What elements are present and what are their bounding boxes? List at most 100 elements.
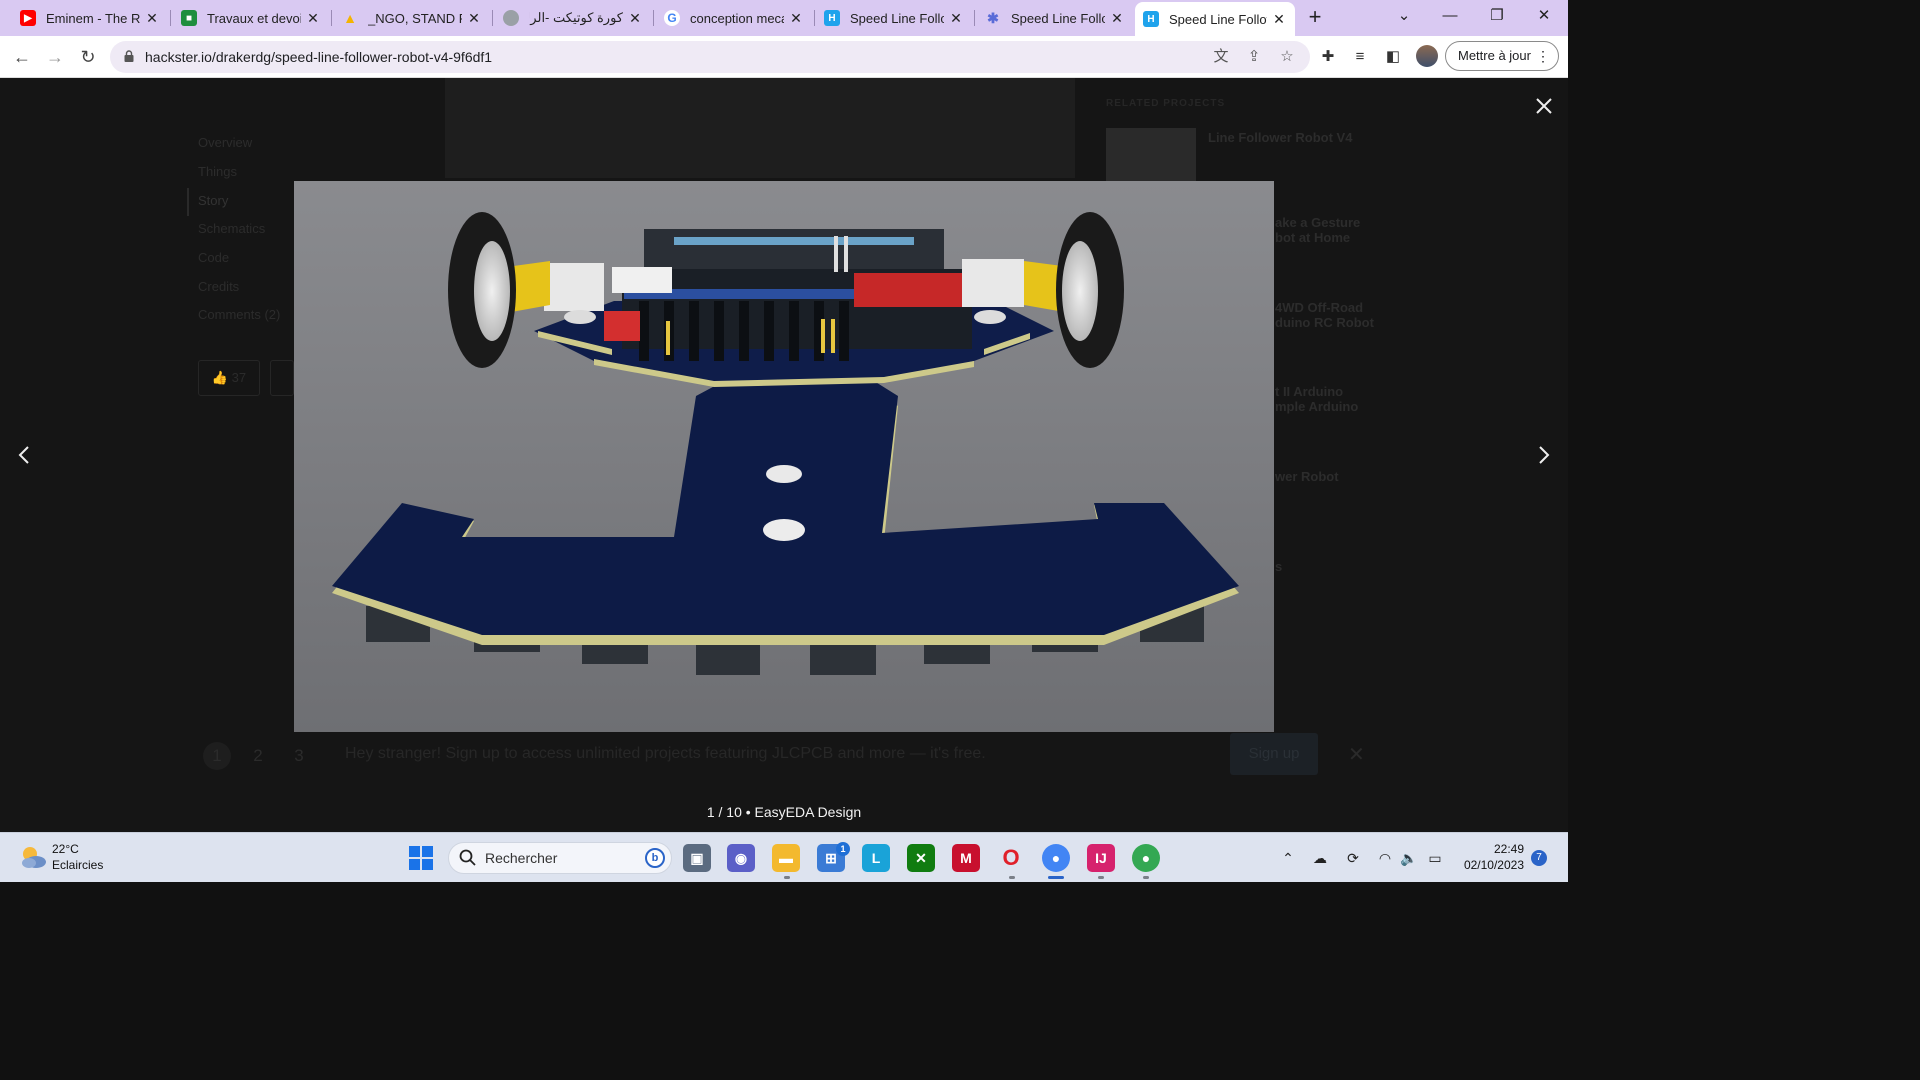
bg-pager-3: 3 <box>294 746 304 765</box>
opera-icon[interactable]: O <box>997 844 1025 872</box>
lightbox-close-icon[interactable] <box>1532 94 1556 118</box>
search-icon <box>459 849 476 866</box>
bg-pager-1: 1 <box>203 742 231 770</box>
previous-image-icon[interactable] <box>14 443 34 467</box>
l-app-icon[interactable]: L <box>862 844 890 872</box>
search-label: Rechercher <box>485 850 558 866</box>
notification-count-badge[interactable]: 7 <box>1531 850 1547 866</box>
back-icon[interactable]: ← <box>10 45 34 69</box>
close-tab-icon[interactable]: ✕ <box>788 10 804 27</box>
task-view-icon[interactable]: ▣ <box>683 844 711 872</box>
bg-nav-comments: Comments (2) <box>198 307 281 322</box>
bg-banner-close-icon: ✕ <box>1348 744 1365 766</box>
tab-hackster-1[interactable]: H Speed Line Follow ✕ <box>816 4 972 32</box>
bg-bookmark-button <box>270 360 294 396</box>
minimize-icon[interactable]: — <box>1436 4 1464 28</box>
reading-list-icon[interactable]: ≡ <box>1350 47 1370 67</box>
close-tab-icon[interactable]: ✕ <box>948 10 964 27</box>
bg-related-1: Line Follower Robot V4 <box>1208 130 1353 145</box>
bing-icon[interactable]: b <box>645 848 665 868</box>
clock-time[interactable]: 22:49 <box>1472 842 1524 856</box>
taskbar-search[interactable]: Rechercher b <box>448 842 672 874</box>
sync-icon[interactable]: ⟳ <box>1343 848 1363 868</box>
bg-signup-banner-text: Hey stranger! Sign up to access unlimite… <box>345 745 986 762</box>
close-window-icon[interactable]: ✕ <box>1530 4 1558 28</box>
weather-partly-cloudy-icon[interactable] <box>18 843 48 871</box>
side-panel-icon[interactable]: ◧ <box>1383 47 1403 67</box>
tab-title: Travaux et devoirs <box>207 10 301 26</box>
teams-chat-icon[interactable]: ◉ <box>727 844 755 872</box>
tab-drive[interactable]: ▲ _NGO, STAND FOR ✕ <box>334 4 490 32</box>
new-tab-button[interactable]: + <box>1303 6 1327 30</box>
file-explorer-icon[interactable]: ▬ <box>772 844 800 872</box>
tab-title: Eminem - The Real Slim Shady <box>46 10 140 26</box>
robot-pcb-render <box>294 181 1274 732</box>
intellij-icon[interactable]: IJ <box>1087 844 1115 872</box>
kebab-menu-icon[interactable]: ⋮ <box>1536 42 1550 70</box>
windows-taskbar: 22°C Eclaircies Rechercher b ▣ ◉ ▬ ⊞ 1 L… <box>0 832 1568 882</box>
bg-hero-image <box>445 78 1075 178</box>
close-tab-icon[interactable]: ✕ <box>466 10 482 27</box>
tab-hackster-2[interactable]: ✱ Speed Line Follow ✕ <box>977 4 1133 32</box>
tab-classroom[interactable]: ■ Travaux et devoirs ✕ <box>173 4 329 32</box>
clock-date[interactable]: 02/10/2023 <box>1452 858 1524 872</box>
lock-icon[interactable] <box>124 50 134 62</box>
forward-icon[interactable]: → <box>43 45 67 69</box>
volume-icon[interactable]: 🔈 <box>1399 848 1419 868</box>
bg-nav-schematics: Schematics <box>198 221 266 236</box>
bg-related-heading: RELATED PROJECTS <box>1106 98 1226 109</box>
extensions-icon[interactable]: ✚ <box>1318 47 1338 67</box>
tab-title: Speed Line Follow <box>1011 10 1105 26</box>
bg-nav-credits: Credits <box>198 279 240 294</box>
onedrive-error-icon[interactable]: ☁ <box>1310 848 1330 868</box>
windows-start-icon[interactable] <box>409 846 433 870</box>
translate-icon[interactable]: 文 <box>1211 47 1231 67</box>
mcafee-icon[interactable]: M <box>952 844 980 872</box>
battery-icon[interactable]: ▭ <box>1425 848 1445 868</box>
close-tab-icon[interactable]: ✕ <box>305 10 321 27</box>
bg-nav-story: Story <box>198 193 229 208</box>
url-text[interactable]: hackster.io/drakerdg/speed-line-follower… <box>145 49 492 65</box>
gear-logo-icon: ✱ <box>987 9 999 26</box>
lightbox-image <box>294 181 1274 732</box>
tab-google-search[interactable]: G conception meca ✕ <box>656 4 812 32</box>
tab-title: Speed Line Follow <box>850 10 944 26</box>
bg-related-4: t II Arduino mple Arduino <box>1275 384 1359 414</box>
tab-title: Speed Line Follow <box>1169 11 1267 27</box>
reload-icon[interactable]: ↻ <box>76 45 100 69</box>
close-tab-icon[interactable]: ✕ <box>144 10 160 27</box>
weather-description[interactable]: Eclaircies <box>52 858 103 872</box>
close-tab-icon[interactable]: ✕ <box>1109 10 1125 27</box>
tab-arabic-site[interactable]: كورة كوتيكت -الرك ✕ <box>495 4 651 32</box>
bookmark-star-icon[interactable]: ☆ <box>1277 47 1297 67</box>
update-button[interactable]: Mettre à jour ⋮ <box>1445 41 1559 71</box>
weather-temperature[interactable]: 22°C <box>52 842 79 856</box>
hackster-icon: H <box>1143 11 1159 27</box>
close-tab-icon[interactable]: ✕ <box>1271 11 1287 28</box>
chrome-icon[interactable]: ● <box>1042 844 1070 872</box>
bg-respect-button: 👍 37 <box>198 360 260 396</box>
profile-avatar[interactable] <box>1416 45 1438 67</box>
store-badge: 1 <box>836 842 850 856</box>
tab-title: conception meca <box>690 10 784 26</box>
close-tab-icon[interactable]: ✕ <box>627 10 643 27</box>
youtube-icon: ▶ <box>20 10 36 26</box>
show-hidden-icons-chevron-icon[interactable]: ⌃ <box>1278 848 1298 868</box>
xbox-icon[interactable]: ✕ <box>907 844 935 872</box>
tab-hackster-active[interactable]: H Speed Line Follow ✕ <box>1135 2 1295 36</box>
tab-youtube[interactable]: ▶ Eminem - The Real Slim Shady ✕ <box>12 4 168 32</box>
bg-related-thumb <box>1106 128 1196 183</box>
next-image-icon[interactable] <box>1534 443 1554 467</box>
bg-signup-button: Sign up <box>1230 733 1318 775</box>
bg-nav-code: Code <box>198 250 230 265</box>
restore-icon[interactable]: ❐ <box>1483 4 1511 28</box>
wifi-icon[interactable]: ◠ <box>1375 848 1395 868</box>
address-bar[interactable]: hackster.io/drakerdg/speed-line-follower… <box>110 41 1310 73</box>
tab-search-chevron-icon[interactable]: ⌄ <box>1390 4 1418 28</box>
chrome-profile-icon[interactable]: ● <box>1132 844 1160 872</box>
hackster-icon: H <box>824 10 840 26</box>
share-icon[interactable]: ⇪ <box>1244 47 1264 67</box>
bg-nav-things: Things <box>198 164 238 179</box>
bg-nav-overview: Overview <box>198 135 253 150</box>
tab-title: كورة كوتيكت -الرك <box>529 10 623 25</box>
